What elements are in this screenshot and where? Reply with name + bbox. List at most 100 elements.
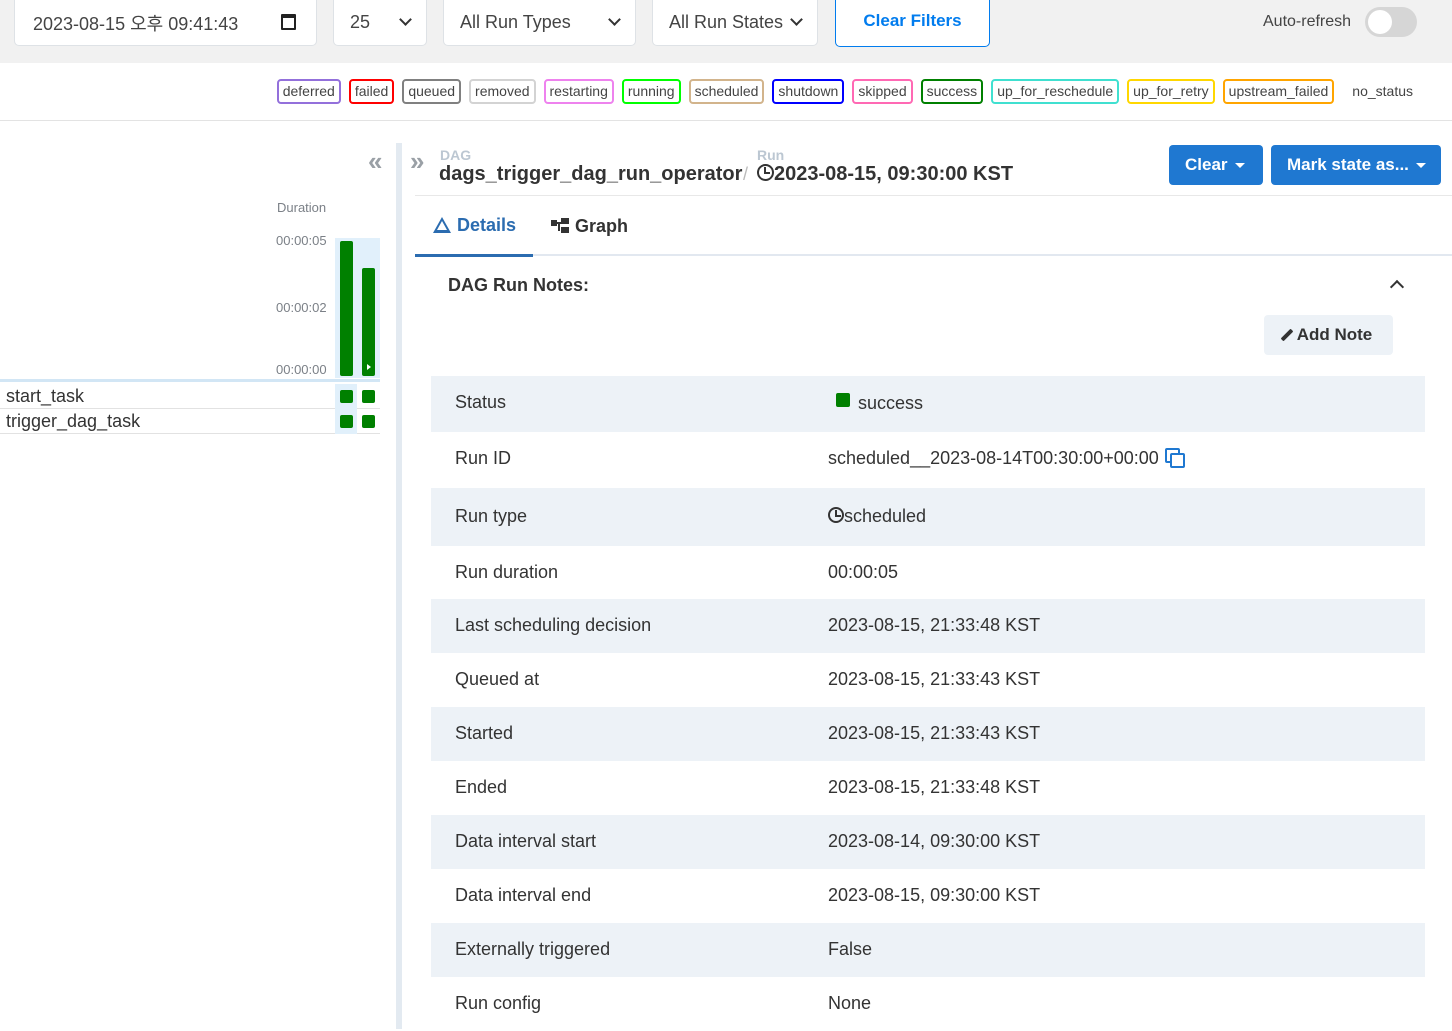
task-instance-cell[interactable] <box>340 415 353 428</box>
legend-chip-failed[interactable]: failed <box>348 79 395 104</box>
breadcrumb-run-date: 2023-08-15, 09:30:00 KST <box>774 163 1014 185</box>
expand-details-icon[interactable]: » <box>410 146 424 177</box>
detail-row-started: Started 2023-08-15, 21:33:43 KST <box>431 707 1425 761</box>
run-type-select[interactable]: All Run Types <box>443 0 636 46</box>
breadcrumb-dag-label: DAG <box>440 147 472 163</box>
run-state-value: All Run States <box>669 12 784 32</box>
add-note-button[interactable]: Add Note <box>1264 315 1393 355</box>
chevron-down-icon <box>790 13 803 26</box>
details-table: Status success Run ID scheduled__2023-08… <box>431 376 1425 1031</box>
breadcrumb-run[interactable]: 2023-08-15, 09:30:00 KST <box>757 163 1013 186</box>
auto-refresh-label: Auto-refresh <box>1263 13 1352 30</box>
graph-icon <box>551 218 569 234</box>
clock-icon <box>828 507 844 523</box>
tab-list: Details Graph <box>415 196 1452 257</box>
legend-chip-upstream-failed[interactable]: upstream_failed <box>1222 79 1335 104</box>
detail-key: Run duration <box>455 562 559 582</box>
calendar-icon[interactable] <box>281 14 296 30</box>
legend-chip-skipped[interactable]: skipped <box>852 79 913 104</box>
caret-down-icon <box>1415 162 1426 168</box>
detail-row-last-scheduling: Last scheduling decision 2023-08-15, 21:… <box>431 599 1425 653</box>
legend-chip-removed[interactable]: removed <box>469 79 536 104</box>
breadcrumb-separator: / <box>743 164 749 184</box>
detail-value: 2023-08-15, 09:30:00 KST <box>828 885 1041 905</box>
task-row-trigger-dag-task[interactable]: trigger_dag_task <box>0 409 380 434</box>
detail-row-run-type: Run type scheduled <box>431 488 1425 546</box>
detail-key: Data interval start <box>455 831 597 851</box>
tab-graph-label: Graph <box>575 215 629 236</box>
chevron-down-icon <box>608 13 621 26</box>
task-instance-cell[interactable] <box>362 415 375 428</box>
task-name: trigger_dag_task <box>6 411 141 431</box>
copy-icon[interactable] <box>1164 448 1185 468</box>
detail-key: Data interval end <box>455 885 592 905</box>
duration-bar[interactable] <box>340 241 353 376</box>
detail-row-externally-triggered: Externally triggered False <box>431 923 1425 977</box>
clear-button[interactable]: Clear <box>1169 145 1263 185</box>
num-runs-value: 25 <box>350 12 371 32</box>
detail-value: 00:00:05 <box>828 562 899 582</box>
legend-chip-shutdown[interactable]: shutdown <box>772 79 845 104</box>
detail-key: Started <box>455 723 514 743</box>
detail-row-interval-start: Data interval start 2023-08-14, 09:30:00… <box>431 815 1425 869</box>
base-date-value: 2023-08-15 오후 09:41:43 <box>33 13 239 34</box>
add-note-label: Add Note <box>1296 325 1373 344</box>
detail-row-run-duration: Run duration 00:00:05 <box>431 546 1425 599</box>
mark-state-button[interactable]: Mark state as... <box>1271 145 1441 185</box>
run-state-select[interactable]: All Run States <box>652 0 818 46</box>
state-legend: deferred failed queued removed restarting run… <box>0 63 1452 121</box>
detail-key: Queued at <box>455 669 540 689</box>
detail-value: scheduled <box>828 506 926 527</box>
base-date-input[interactable]: 2023-08-15 오후 09:41:43 <box>14 0 317 46</box>
legend-chip-up-for-retry[interactable]: up_for_retry <box>1127 79 1215 104</box>
clock-icon <box>757 164 774 181</box>
auto-refresh-toggle[interactable] <box>1365 7 1417 37</box>
legend-chip-success[interactable]: success <box>920 79 984 104</box>
status-value: success <box>858 393 924 413</box>
run-type-value: scheduled <box>844 506 927 526</box>
duration-bar[interactable] <box>362 268 375 376</box>
detail-value: success <box>828 393 923 414</box>
panel-resize-handle[interactable] <box>396 143 402 1029</box>
detail-value: 2023-08-14, 09:30:00 KST <box>828 831 1041 851</box>
legend-chip-running[interactable]: running <box>621 79 681 104</box>
details-panel: » DAG dags_trigger_dag_run_operator / Ru… <box>403 122 1452 1029</box>
detail-row-interval-end: Data interval end 2023-08-15, 09:30:00 K… <box>431 869 1425 923</box>
tab-graph[interactable]: Graph <box>551 196 651 256</box>
detail-key: Run ID <box>455 448 512 468</box>
detail-value: 2023-08-15, 21:33:43 KST <box>828 669 1041 689</box>
detail-key: Externally triggered <box>455 939 611 959</box>
breadcrumb-dag-id[interactable]: dags_trigger_dag_run_operator <box>439 163 742 186</box>
detail-value: 2023-08-15, 21:33:43 KST <box>828 723 1041 743</box>
legend-chip-scheduled[interactable]: scheduled <box>688 79 765 104</box>
detail-row-queued-at: Queued at 2023-08-15, 21:33:43 KST <box>431 653 1425 707</box>
task-instance-cell[interactable] <box>362 390 375 403</box>
chevron-down-icon <box>399 13 412 26</box>
notes-title: DAG Run Notes: <box>448 275 589 295</box>
duration-chart <box>340 241 375 376</box>
duration-tick: 00:00:05 <box>276 233 327 248</box>
duration-axis-title: Duration <box>277 200 327 215</box>
grid-panel: « Duration 00:00:05 00:00:02 00:00:00 st… <box>0 122 396 1029</box>
status-indicator <box>836 393 850 407</box>
warning-triangle-icon <box>433 217 451 233</box>
legend-items: deferred failed queued removed restarting run… <box>276 79 1419 104</box>
detail-value: None <box>828 993 872 1013</box>
breadcrumb-run-label: Run <box>757 147 785 163</box>
legend-chip-no-status[interactable]: no_status <box>1342 79 1419 104</box>
legend-chip-deferred[interactable]: deferred <box>276 79 341 104</box>
tab-details[interactable]: Details <box>415 196 533 257</box>
legend-chip-queued[interactable]: queued <box>402 79 462 104</box>
clear-filters-button[interactable]: Clear Filters <box>835 0 990 47</box>
num-runs-select[interactable]: 25 <box>333 0 427 46</box>
clear-button-label: Clear <box>1185 155 1228 174</box>
task-instance-cell[interactable] <box>340 390 353 403</box>
legend-chip-restarting[interactable]: restarting <box>543 79 614 104</box>
task-row-start-task[interactable]: start_task <box>0 384 380 409</box>
chevron-up-icon[interactable] <box>1389 279 1405 295</box>
detail-row-run-config: Run config None <box>431 977 1425 1031</box>
collapse-grid-icon[interactable]: « <box>368 146 382 177</box>
legend-chip-up-for-reschedule[interactable]: up_for_reschedule <box>991 79 1120 104</box>
detail-value: 2023-08-15, 21:33:48 KST <box>828 777 1041 797</box>
run-id-value: scheduled__2023-08-14T00:30:00+00:00 <box>828 448 1159 468</box>
